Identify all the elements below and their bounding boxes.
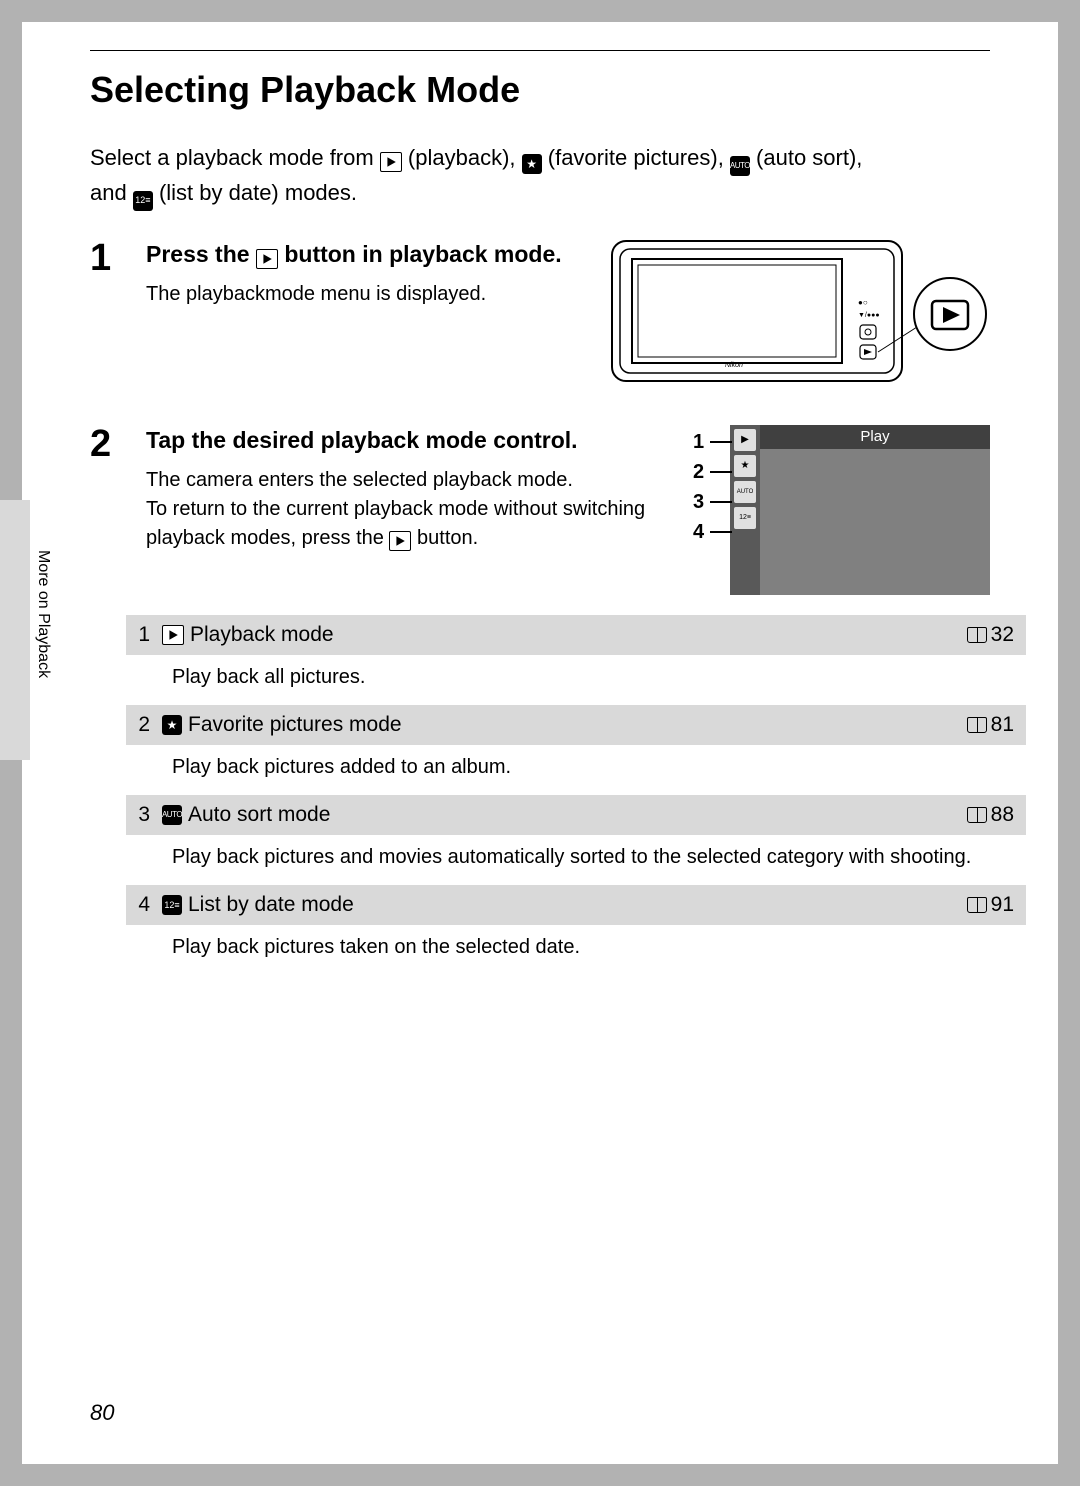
screen-topbar-label: Play xyxy=(760,425,990,449)
top-rule xyxy=(90,50,990,51)
page-ref: 81 xyxy=(991,713,1014,737)
mode-number: 2 xyxy=(128,713,162,737)
callout-1: 1 xyxy=(693,427,732,457)
step-2-number: 2 xyxy=(90,425,126,553)
table-row: 2 ★ Favorite pictures mode 81 xyxy=(126,705,1026,745)
step-1-desc: The playbackmode menu is displayed. xyxy=(146,280,592,309)
mode-number: 3 xyxy=(128,803,162,827)
mode-name: Playback mode xyxy=(190,623,334,647)
step-2-title: Tap the desired playback mode control. xyxy=(146,425,677,456)
callout-2: 2 xyxy=(693,457,732,487)
section-side-label: More on Playback xyxy=(34,550,52,678)
book-icon xyxy=(967,897,987,913)
autosort-icon: AUTO xyxy=(162,805,182,825)
page-ref: 91 xyxy=(991,893,1014,917)
mode-desc: Play back pictures added to an album. xyxy=(126,745,1026,795)
table-row: 1 Playback mode 32 xyxy=(126,615,1026,655)
book-icon xyxy=(967,627,987,643)
svg-text:Nikon: Nikon xyxy=(725,362,743,369)
mode-name: Favorite pictures mode xyxy=(188,713,402,737)
mode-desc: Play back pictures and movies automatica… xyxy=(126,835,1026,885)
favorite-icon: ★ xyxy=(522,154,542,174)
table-row: 3 AUTO Auto sort mode 88 xyxy=(126,795,1026,835)
step-1-number: 1 xyxy=(90,239,126,309)
mode-number: 1 xyxy=(128,623,162,647)
camera-illustration: ●○ ▼/●●● Nikon xyxy=(610,239,990,395)
mode-number: 4 xyxy=(128,893,162,917)
step-2-desc-2: To return to the current playback mode w… xyxy=(146,495,677,553)
screen-illustration: ▶ ★ AUTO 12≡ Play 1 2 3 4 xyxy=(695,425,990,595)
screen-playback-icon: ▶ xyxy=(734,429,756,451)
screen-favorite-icon: ★ xyxy=(734,455,756,477)
playback-icon xyxy=(162,625,184,645)
table-row: 4 12≡ List by date mode 91 xyxy=(126,885,1026,925)
playback-icon xyxy=(380,152,402,172)
side-tab xyxy=(0,500,30,760)
mode-desc: Play back pictures taken on the selected… xyxy=(126,925,1026,975)
listbydate-icon: 12≡ xyxy=(133,191,153,211)
book-icon xyxy=(967,807,987,823)
svg-text:●○: ●○ xyxy=(858,298,868,307)
playback-icon xyxy=(389,531,411,551)
mode-name: List by date mode xyxy=(188,893,354,917)
favorite-icon: ★ xyxy=(162,715,182,735)
page-title: Selecting Playback Mode xyxy=(90,69,990,111)
callout-3: 3 xyxy=(693,487,732,517)
screen-autosort-icon: AUTO xyxy=(734,481,756,503)
callout-4: 4 xyxy=(693,517,732,547)
step-2-desc-1: The camera enters the selected playback … xyxy=(146,466,677,495)
page-ref: 32 xyxy=(991,623,1014,647)
autosort-icon: AUTO xyxy=(730,156,750,176)
book-icon xyxy=(967,717,987,733)
page-ref: 88 xyxy=(991,803,1014,827)
intro-text: Select a playback mode from (playback), … xyxy=(90,141,990,211)
step-1-title: Press the button in playback mode. xyxy=(146,239,592,270)
mode-name: Auto sort mode xyxy=(188,803,330,827)
mode-desc: Play back all pictures. xyxy=(126,655,1026,705)
listbydate-icon: 12≡ xyxy=(162,895,182,915)
page-number: 80 xyxy=(90,1400,114,1426)
svg-text:▼/●●●: ▼/●●● xyxy=(858,312,880,319)
screen-listbydate-icon: 12≡ xyxy=(734,507,756,529)
mode-table: 1 Playback mode 32 Play back all picture… xyxy=(126,615,1026,975)
playback-icon xyxy=(256,249,278,269)
